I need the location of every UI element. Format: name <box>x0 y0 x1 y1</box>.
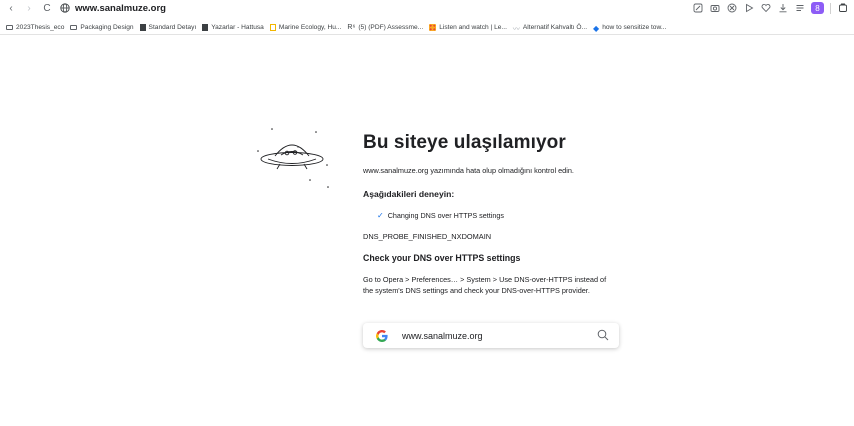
back-button[interactable]: ‹ <box>4 1 18 15</box>
document-icon <box>202 23 209 31</box>
dns-instructions: Go to Opera > Preferences… > System > Us… <box>363 275 607 295</box>
search-query: www.sanalmuze.org <box>402 330 483 341</box>
browser-toolbar: ‹ › C www.sanalmuze.org 8 <box>0 0 854 16</box>
dns-heading: Check your DNS over HTTPS settings <box>363 253 521 263</box>
document-icon <box>139 23 146 31</box>
error-content: Bu siteye ulaşılamıyor www.sanalmuze.org… <box>363 132 633 296</box>
bookmarks-bar: 2023Thesis_eco Packaging Design Standard… <box>0 20 854 35</box>
page-icon <box>269 23 276 31</box>
bookmark-item[interactable]: Marine Ecology, Hu... <box>269 23 342 31</box>
reload-button[interactable]: C <box>40 1 54 15</box>
page-title: Bu siteye ulaşılamıyor <box>363 132 566 153</box>
researchgate-icon: R⁶ <box>347 23 356 31</box>
toolbar-divider <box>830 2 831 14</box>
forward-icon: › <box>27 2 31 14</box>
url-text: www.sanalmuze.org <box>75 2 166 14</box>
error-code: DNS_PROBE_FINISHED_NXDOMAIN <box>363 232 492 241</box>
bookmark-item[interactable]: Listen and watch | Le... <box>429 23 507 31</box>
bookmark-item[interactable]: 2023Thesis_eco <box>6 24 64 31</box>
download-icon[interactable] <box>777 3 788 14</box>
toolbar-actions: 8 <box>692 2 848 14</box>
extensions-icon[interactable] <box>837 3 848 14</box>
checkmark-icon: ✓ <box>377 211 384 220</box>
camera-icon[interactable] <box>709 3 720 14</box>
bookmark-item[interactable]: Packaging Design <box>70 23 134 31</box>
bookmark-label: Marine Ecology, Hu... <box>278 23 342 31</box>
bookmark-item[interactable]: Yazarlar - Hattusa <box>202 23 264 31</box>
bookmark-label: 2023Thesis_eco <box>16 23 65 31</box>
bookmark-label: Yazarlar - Hattusa <box>211 23 264 31</box>
menu-icon[interactable] <box>794 3 805 14</box>
leaf-icon: 〰 <box>512 25 520 33</box>
suggestion-label: Changing DNS over HTTPS settings <box>387 211 504 220</box>
bookmark-label: (5) (PDF) Assessme... <box>358 23 424 31</box>
folder-icon <box>70 24 78 30</box>
bookmark-label: Listen and watch | Le... <box>439 23 507 31</box>
search-box[interactable]: www.sanalmuze.org <box>363 323 619 348</box>
bookmark-item[interactable]: 〰 Alternatif Kahvaltı Ö... <box>512 23 588 33</box>
profile-badge[interactable]: 8 <box>811 2 824 14</box>
suggestion-item: ✓ Changing DNS over HTTPS settings <box>377 211 633 220</box>
bookmark-label: Packaging Design <box>80 23 134 31</box>
bookmark-item[interactable]: ◆ how to sensitize tow... <box>593 23 667 33</box>
back-icon: ‹ <box>9 2 13 14</box>
forward-button[interactable]: › <box>22 1 36 15</box>
error-subtitle: www.sanalmuze.org yazımında hata olup ol… <box>363 166 574 175</box>
bookmark-item[interactable]: Standard Detayı <box>139 23 197 31</box>
fish-icon: ◆ <box>593 23 600 33</box>
globe-icon <box>60 3 70 13</box>
grid-icon <box>429 23 437 31</box>
edit-icon[interactable] <box>692 3 703 14</box>
google-icon <box>376 329 388 342</box>
bookmark-label: Alternatif Kahvaltı Ö... <box>522 23 588 31</box>
address-bar[interactable]: www.sanalmuze.org <box>60 3 166 14</box>
block-icon[interactable] <box>726 3 737 14</box>
bookmark-label: how to sensitize tow... <box>602 23 667 31</box>
folder-icon <box>6 24 13 30</box>
suggestions-heading: Aşağıdakileri deneyin: <box>363 189 455 199</box>
profile-badge-label: 8 <box>815 3 820 13</box>
bookmark-item[interactable]: R⁶ (5) (PDF) Assessme... <box>347 24 423 31</box>
play-icon[interactable] <box>743 3 754 14</box>
bookmark-label: Standard Detayı <box>148 23 197 31</box>
reload-icon: C <box>43 2 51 14</box>
search-icon[interactable] <box>597 329 609 341</box>
ufo-illustration <box>257 128 329 188</box>
heart-icon[interactable] <box>760 3 771 14</box>
